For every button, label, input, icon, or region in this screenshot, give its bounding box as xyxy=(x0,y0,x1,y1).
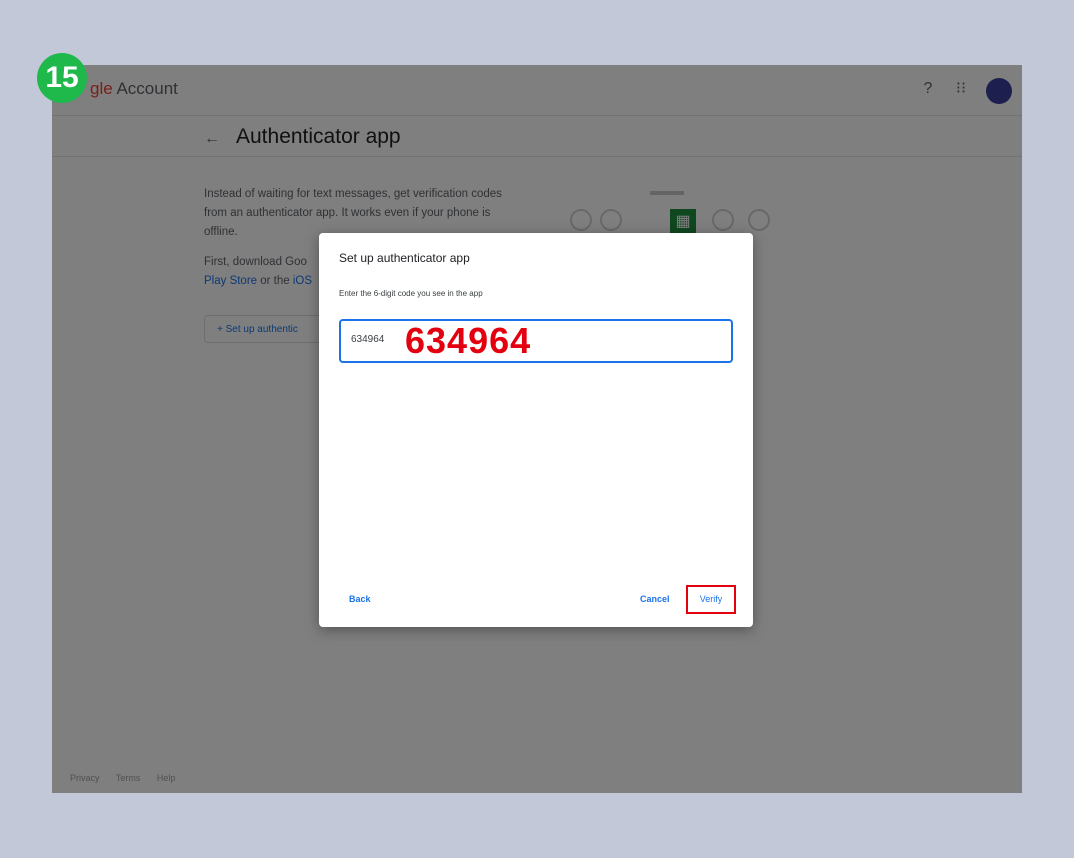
step-number-badge: 15 xyxy=(37,53,87,103)
code-input-field[interactable]: 634964 634964 xyxy=(339,319,733,363)
dialog-title: Set up authenticator app xyxy=(339,251,470,265)
browser-screen: gle Account ? ⁝⁝ ←Authenticator app Inst… xyxy=(52,65,1022,793)
back-button[interactable]: Back xyxy=(349,594,371,604)
verify-button[interactable]: Verify xyxy=(686,585,736,614)
cancel-button[interactable]: Cancel xyxy=(640,594,670,604)
setup-authenticator-dialog: Set up authenticator app Enter the 6-dig… xyxy=(319,233,753,627)
dialog-instruction: Enter the 6-digit code you see in the ap… xyxy=(339,289,483,298)
code-input-value: 634964 xyxy=(351,334,385,345)
code-annotation-label: 634964 xyxy=(405,320,532,361)
